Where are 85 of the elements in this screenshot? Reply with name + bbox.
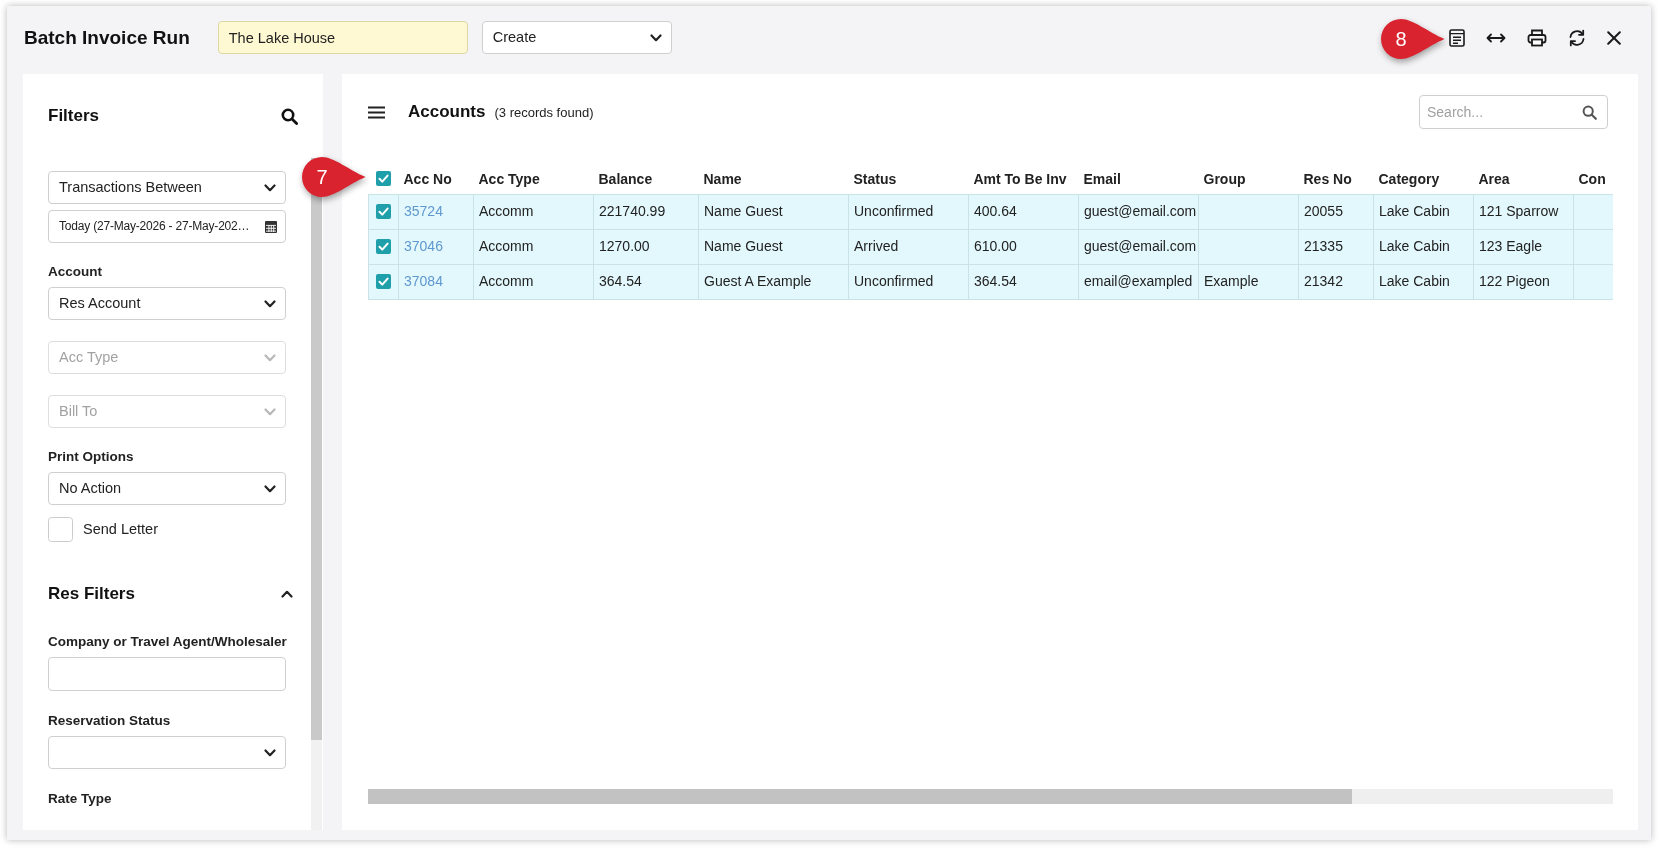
table-cell: Unconfirmed bbox=[848, 194, 969, 229]
table-cell: Arrived bbox=[848, 229, 969, 264]
column-header: Status bbox=[848, 164, 969, 194]
text-input[interactable] bbox=[48, 657, 286, 691]
field-label: Print Options bbox=[48, 449, 135, 465]
field-label: Reservation Status bbox=[48, 713, 172, 729]
column-header: Category bbox=[1373, 164, 1474, 194]
dropdown-field[interactable]: Transactions Between bbox=[48, 171, 286, 204]
row-checkbox[interactable] bbox=[376, 204, 391, 219]
column-header: Con bbox=[1573, 164, 1613, 194]
search-icon[interactable] bbox=[1582, 105, 1597, 120]
search-field[interactable]: Search... bbox=[1419, 95, 1608, 129]
table-cell: Accomm bbox=[473, 264, 594, 299]
chevron-down-icon bbox=[649, 33, 662, 42]
table-cell: 221740.99 bbox=[593, 194, 699, 229]
date-range-field[interactable]: Today (27-May-2026 - 27-May-202… bbox=[48, 210, 286, 243]
table-cell: Lake Cabin bbox=[1373, 194, 1474, 229]
column-header: Acc Type bbox=[473, 164, 594, 194]
column-header: Amt To Be Inv bbox=[968, 164, 1079, 194]
column-header: Balance bbox=[593, 164, 699, 194]
table-cell: 1270.00 bbox=[593, 229, 699, 264]
table-cell: Accomm bbox=[473, 229, 594, 264]
table-cell: 123 Eagle bbox=[1473, 229, 1574, 264]
property-field[interactable]: The Lake House bbox=[217, 21, 468, 54]
refresh-icon[interactable] bbox=[1568, 28, 1586, 47]
table-cell: guest@email.com bbox=[1078, 229, 1199, 264]
mode-select[interactable]: Create bbox=[481, 21, 672, 54]
chevron-up-icon[interactable] bbox=[281, 590, 293, 598]
accounts-heading: Accounts bbox=[408, 100, 486, 123]
dropdown-field[interactable]: No Action bbox=[48, 472, 286, 505]
table-cell: Unconfirmed bbox=[848, 264, 969, 299]
table-cell: 610.00 bbox=[968, 229, 1079, 264]
window-title: Batch Invoice Run bbox=[24, 25, 190, 50]
scrollbar-thumb[interactable] bbox=[368, 789, 1352, 804]
chevron-down-icon bbox=[264, 484, 276, 493]
table-cell: 20055 bbox=[1298, 194, 1374, 229]
table-cell: Guest A Example bbox=[698, 264, 849, 299]
close-icon[interactable] bbox=[1607, 30, 1621, 45]
step-callout: 8 bbox=[1381, 19, 1445, 59]
chevron-down-icon bbox=[264, 407, 276, 416]
table-cell: Lake Cabin bbox=[1373, 229, 1474, 264]
table-cell: Accomm bbox=[473, 194, 594, 229]
column-header: Email bbox=[1078, 164, 1199, 194]
table-cell: 122 Pigeon bbox=[1473, 264, 1574, 299]
table-cell: 364.54 bbox=[593, 264, 699, 299]
checkbox-label: Send Letter bbox=[83, 520, 158, 539]
row-checkbox[interactable] bbox=[376, 239, 391, 254]
print-icon[interactable] bbox=[1527, 28, 1547, 47]
column-header: Name bbox=[698, 164, 849, 194]
column-header: Group bbox=[1198, 164, 1299, 194]
select-all-checkbox[interactable] bbox=[376, 171, 391, 187]
table-cell: 364.54 bbox=[968, 264, 1079, 299]
table-cell: Name Guest bbox=[698, 229, 849, 264]
table-cell: email@exampled bbox=[1078, 264, 1199, 299]
horizontal-arrows-icon[interactable] bbox=[1486, 32, 1506, 43]
column-header: Res No bbox=[1298, 164, 1374, 194]
row-checkbox[interactable] bbox=[376, 274, 391, 289]
step-callout: 7 bbox=[302, 157, 366, 197]
document-icon[interactable] bbox=[1449, 28, 1465, 47]
table-cell: Name Guest bbox=[698, 194, 849, 229]
chevron-down-icon bbox=[264, 299, 276, 308]
search-icon[interactable] bbox=[281, 107, 298, 125]
menu-icon[interactable] bbox=[368, 105, 385, 119]
field-label: Account bbox=[48, 264, 103, 280]
chevron-down-icon bbox=[264, 748, 276, 757]
record-count: (3 records found) bbox=[494, 105, 594, 122]
calendar-icon[interactable] bbox=[265, 220, 277, 233]
chevron-down-icon bbox=[264, 353, 276, 362]
field-label: Company or Travel Agent/Wholesaler bbox=[48, 634, 286, 650]
table-cell: 21335 bbox=[1298, 229, 1374, 264]
column-header: Acc No bbox=[398, 164, 474, 194]
checkbox[interactable] bbox=[48, 517, 73, 542]
field-label: Rate Type bbox=[48, 791, 113, 807]
chevron-down-icon bbox=[264, 183, 276, 192]
table-cell: guest@email.com bbox=[1078, 194, 1199, 229]
dropdown-field[interactable]: Res Account bbox=[48, 287, 286, 320]
filters-heading: Filters bbox=[48, 105, 100, 127]
table-cell: 400.64 bbox=[968, 194, 1079, 229]
table-cell: Lake Cabin bbox=[1373, 264, 1474, 299]
table-cell: Example bbox=[1198, 264, 1299, 299]
column-header: Area bbox=[1473, 164, 1574, 194]
res-filters-heading: Res Filters bbox=[48, 583, 135, 605]
table-cell: 121 Sparrow bbox=[1473, 194, 1574, 229]
table-cell: 21342 bbox=[1298, 264, 1374, 299]
dropdown-field[interactable] bbox=[48, 736, 286, 769]
